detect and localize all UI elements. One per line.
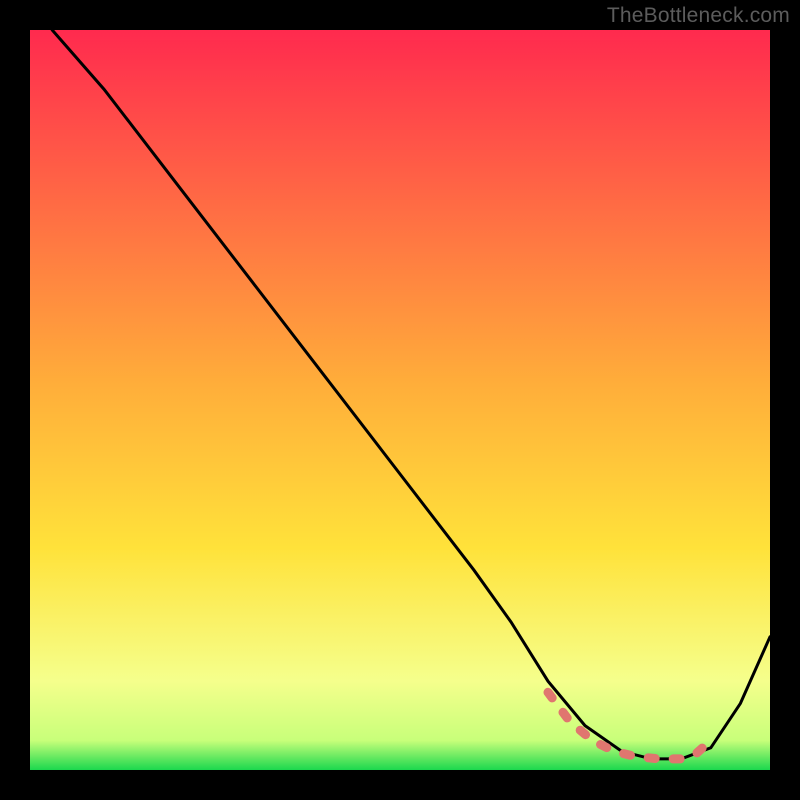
- gradient-background: [30, 30, 770, 770]
- chart-frame: TheBottleneck.com: [0, 0, 800, 800]
- bottleneck-chart: [30, 30, 770, 770]
- watermark-text: TheBottleneck.com: [607, 4, 790, 28]
- plot-area: [30, 30, 770, 770]
